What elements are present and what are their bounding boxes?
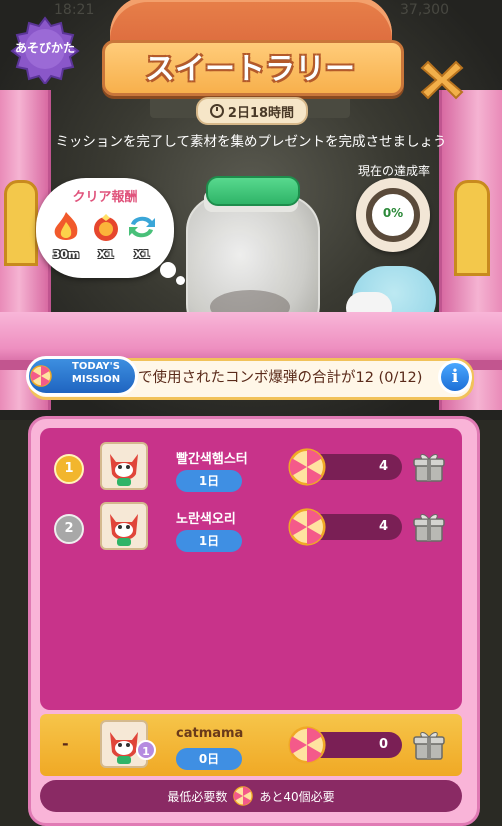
left-window [4,180,38,266]
requirement-label: 最低必要数 [167,789,228,804]
requirement-bar: 最低必要数 あと40個必要 [40,780,462,812]
reward-title: クリア報酬 [72,190,138,205]
score-value: 4 [378,519,388,534]
gold-medal-icon: 1 [54,454,84,484]
reward-item: X1 [122,210,162,261]
gift-box-icon[interactable] [412,728,446,762]
close-icon[interactable] [420,58,464,102]
mission-text: で使用されたコンボ爆弾の合計が12 (0/12) [138,370,423,386]
todays-line-2: MISSION [71,374,121,385]
player-name: 노란색오리 [176,512,236,527]
bubble-tail-2 [176,276,185,285]
candy-icon [288,726,326,764]
clock-icon [209,104,224,118]
todays-line-1: TODAY'S [72,361,120,372]
gift-box-icon[interactable] [412,510,446,544]
candy-icon [288,508,326,546]
jar-lid [206,176,300,206]
candy-icon [30,365,52,387]
candy-icon [288,448,326,486]
ranking-row: 2 노란색오리 1日 4 [40,498,462,556]
red-panda-icon [110,514,138,546]
progress-value: 0% [382,206,404,220]
avatar[interactable] [100,502,148,550]
day-pill: 1日 [176,470,242,492]
bubble-tail-1 [160,262,176,278]
fire-boost-icon [54,212,78,240]
status-bar-score: 37,300 [400,2,449,18]
progress-label: 現在の達成率 [357,164,430,178]
candy-icon [233,786,254,806]
event-timer: 2日18時間 [196,97,308,125]
my-day-pill: 0日 [176,748,242,770]
shuffle-icon [129,216,155,238]
todays-mission-label: TODAY'S MISSION [56,360,136,386]
silver-medal-icon: 2 [54,514,84,544]
reward-value: 30m [52,248,80,261]
day-pill: 1日 [176,530,242,552]
right-window [454,180,490,276]
rank-number: 2 [64,521,74,536]
gift-box-icon[interactable] [412,450,446,484]
my-score-value: 0 [378,737,388,752]
reward-value: X1 [133,248,151,261]
level-badge: 1 [136,740,156,760]
ranking-row: 1 빨간색햄스터 1日 4 [40,438,462,496]
requirement-remaining: あと40個必要 [259,789,335,804]
my-ranking-row: - 1 catmama 0日 0 [40,714,462,776]
my-name: catmama [176,726,244,741]
reward-value: X1 [97,248,115,261]
my-rank: - [62,734,69,753]
mission-description: ミッションを完了して素材を集めプレゼントを完成させましょう [55,134,447,150]
howto-label: あそびかた [14,41,75,55]
score-value: 4 [378,459,388,474]
info-button[interactable]: i [438,360,472,394]
bomb-icon [94,214,118,241]
rank-number: 1 [64,461,74,476]
timer-text: 2日18時間 [227,105,295,121]
player-name: 빨간색햄스터 [176,452,248,467]
avatar[interactable] [100,442,148,490]
reward-item: 30m [46,210,86,261]
red-panda-icon [110,454,138,486]
page-title: スイートラリー [145,52,355,87]
reward-item: X1 [86,210,126,261]
